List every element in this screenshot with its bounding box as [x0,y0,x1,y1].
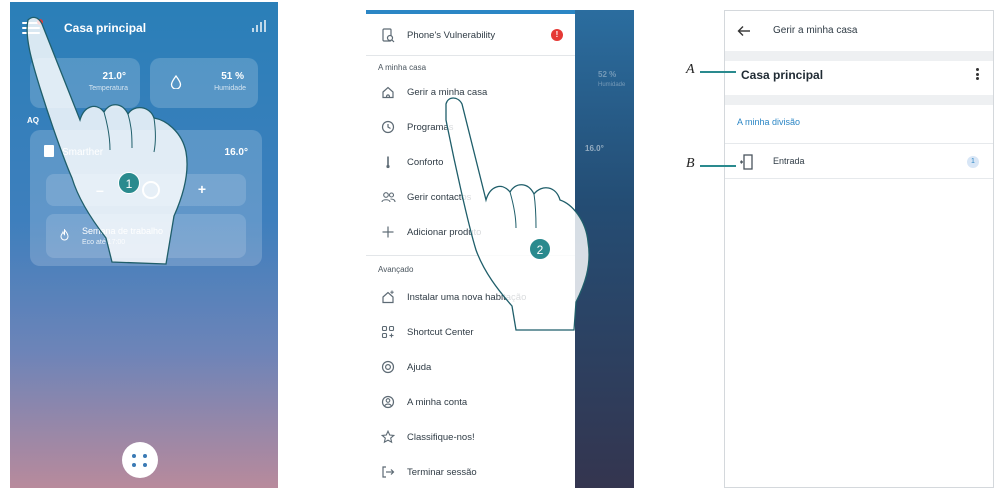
temperature-card[interactable]: 21.0° Temperatura [30,58,140,108]
separator-band [725,95,993,105]
menu-item-logout[interactable]: Terminar sessão [366,457,575,487]
menu-item-label: Shortcut Center [407,326,474,338]
thermostat-temp: 16.0° [224,147,248,158]
more-options-icon[interactable] [976,68,979,80]
back-arrow-icon[interactable] [737,25,751,37]
clock-icon [380,119,396,135]
apps-button[interactable] [122,442,158,478]
callout-a-label: A [686,62,695,77]
callout-b-label: B [686,156,695,171]
menu-item-label: A minha conta [407,396,468,408]
room-name: Entrada [773,156,805,166]
home-header: Casa principal [10,2,278,48]
rooms-section-label: A minha divisão [737,117,801,127]
drop-icon [170,75,182,89]
separator-band [725,51,993,61]
star-icon [380,429,396,445]
menu-item-vulnerability[interactable]: Phone's Vulnerability ! [366,20,575,50]
logout-icon [380,464,396,480]
menu-item-label: Instalar uma nova habitação [407,291,527,303]
bg-temp: 16.0° [585,144,604,153]
menu-item-label: Phone's Vulnerability [407,29,496,41]
menu-item-rate-us[interactable]: Classifique-nos! [366,422,575,452]
menu-screen: 52 % Humidade 16.0° Phone's Vulnerabilit… [366,10,634,488]
section-home-label: A minha casa [378,63,427,72]
menu-item-label: Adicionar produto [407,226,482,238]
humidity-card[interactable]: 51 % Humidade [150,58,258,108]
menu-item-label: Classifique-nos! [407,431,475,443]
alert-badge: ! [551,29,563,41]
page-title: Gerir a minha casa [773,25,858,36]
menu-topbar [366,10,575,14]
new-home-icon [380,289,396,305]
manage-home-screen: Gerir a minha casa Casa principal A minh… [724,10,994,488]
bg-humidity-label: Humidade [598,82,626,88]
help-icon [380,359,396,375]
menu-item-label: Gerir a minha casa [407,86,488,98]
divider [366,55,575,56]
menu-item-comfort[interactable]: Conforto [366,147,575,177]
home-name: Casa principal [741,68,824,82]
phone-search-icon [380,27,396,43]
menu-item-label: Conforto [407,156,444,168]
program-card[interactable]: Semana de trabalho Eco até 17:00 [46,214,246,258]
menu-item-label: Terminar sessão [407,466,477,478]
menu-item-new-home[interactable]: Instalar uma nova habitação [366,282,575,312]
flame-icon [60,229,69,241]
section-label: AQ [27,116,39,125]
section-advanced-label: Avançado [378,265,414,274]
menu-icon[interactable] [22,19,43,36]
step-1-badge: 1 [118,172,140,194]
menu-item-label: Ajuda [407,361,432,373]
users-icon [380,189,396,205]
temperature-label: Temperatura [88,85,128,92]
thermostat-name: Smarther [62,147,104,158]
mode-icon[interactable] [142,181,160,199]
humidity-label: Humidade [214,85,246,92]
program-subtitle: Eco até 17:00 [82,239,126,246]
notification-dot [37,19,43,25]
account-icon [380,394,396,410]
menu-item-manage-home[interactable]: Gerir a minha casa [366,77,575,107]
temperature-value: 21.0° [102,71,126,82]
callout-a-line [700,71,736,73]
shortcut-icon [380,324,396,340]
decrease-button[interactable]: – [96,182,104,198]
menu-item-programs[interactable]: Programas [366,112,575,142]
step-2-badge: 2 [529,238,551,260]
plus-icon [380,224,396,240]
thermometer-icon [380,154,396,170]
thermostat-controls: – + [46,174,246,206]
home-title: Casa principal [64,21,147,35]
menu-item-label: Gerir contactos [407,191,472,203]
door-icon [740,154,753,170]
humidity-value: 51 % [221,71,244,82]
home-icon [380,84,396,100]
bg-humidity: 52 % [598,70,617,79]
increase-button[interactable]: + [198,181,206,197]
menu-item-contacts[interactable]: Gerir contactos [366,182,575,212]
signal-icon [252,20,266,32]
menu-item-label: Programas [407,121,454,133]
menu-item-shortcut-center[interactable]: Shortcut Center [366,317,575,347]
callout-b-line [700,165,736,167]
program-title: Semana de trabalho [82,226,164,236]
room-device-count: 1 [967,156,979,168]
menu-item-help[interactable]: Ajuda [366,352,575,382]
menu-item-account[interactable]: A minha conta [366,387,575,417]
room-row-entrada[interactable]: Entrada 1 [725,143,993,179]
thermostat-icon [44,145,54,157]
home-screen: Casa principal 21.0° Temperatura 51 % Hu… [10,2,278,488]
thermostat-card[interactable]: Smarther 16.0° – + Semana de trabalho Ec… [30,130,262,266]
